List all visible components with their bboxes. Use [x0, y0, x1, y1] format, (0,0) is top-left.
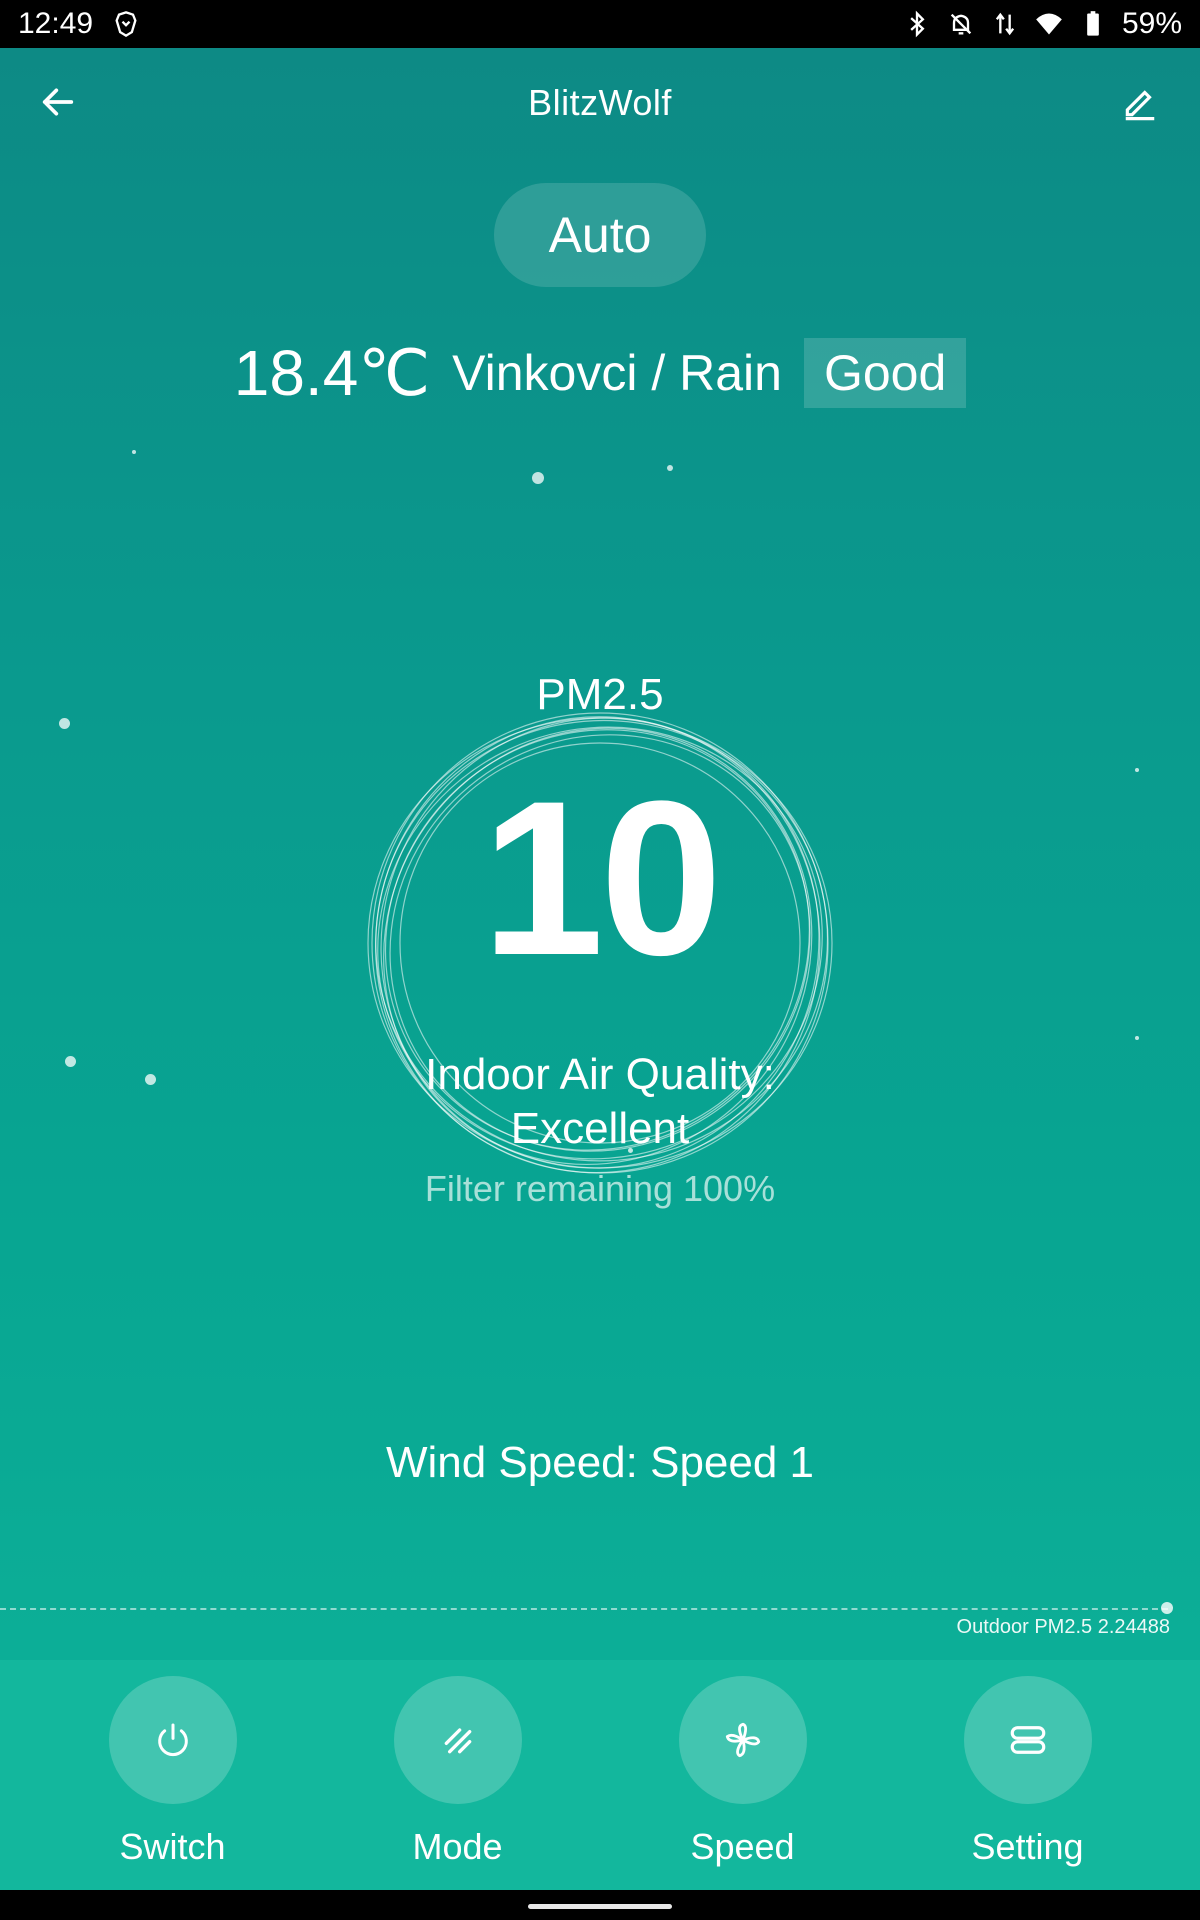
status-bar: 12:49 59% [0, 0, 1200, 48]
outdoor-trend-point [1161, 1602, 1173, 1614]
control-bar: Switch Mode Speed Setting [0, 1660, 1200, 1890]
switch-label: Switch [119, 1826, 226, 1867]
data-arrows-icon [990, 9, 1020, 39]
switch-button-circle[interactable] [108, 1676, 237, 1804]
app-header: BlitzWolf [0, 48, 1200, 158]
particle-dot [132, 450, 136, 454]
bluetooth-icon [902, 9, 932, 39]
particle-dot [532, 472, 544, 484]
speed-label: Speed [690, 1826, 795, 1867]
brave-lion-icon [111, 9, 141, 39]
power-icon [157, 1723, 188, 1757]
indoor-air-quality-value: Excellent [510, 1104, 690, 1153]
mode-indicator[interactable]: Auto [494, 183, 706, 287]
filter-remaining: Filter remaining 100% [424, 1168, 776, 1209]
fan-icon [725, 1722, 760, 1758]
outdoor-weather: 18.4℃ Vinkovci / Rain Good [0, 328, 1200, 418]
outdoor-temperature: 18.4℃ [233, 336, 431, 409]
status-time: 12:49 [18, 7, 94, 40]
mode-label: Mode [412, 1826, 503, 1867]
mode-slashes-icon [444, 1728, 471, 1754]
wifi-icon [1034, 9, 1064, 39]
mode-button-circle[interactable] [393, 1676, 522, 1804]
back-button[interactable] [34, 78, 82, 126]
pencil-icon [1125, 90, 1155, 121]
battery-percent: 59% [1121, 7, 1182, 40]
setting-button-circle[interactable] [963, 1676, 1092, 1804]
settings-stack-icon [1010, 1726, 1045, 1754]
outdoor-quality-badge: Good [803, 338, 967, 408]
battery-icon [1078, 9, 1108, 39]
indoor-air-quality: Indoor Air Quality: Excellent [0, 1048, 1200, 1156]
weather-location: Vinkovci / Rain [452, 345, 782, 401]
bell-off-icon [946, 9, 976, 39]
mode-button[interactable]: Mode [358, 1660, 558, 1868]
wind-speed: Wind Speed: Speed 1 [385, 1438, 815, 1487]
gesture-handle[interactable] [528, 1904, 672, 1909]
pm-value: 10 [481, 755, 723, 1001]
outdoor-trend-line [0, 1608, 1168, 1610]
edit-button[interactable] [1116, 78, 1164, 126]
app-screen: BlitzWolf Auto 18.4℃ Vinkovci / Rain Goo… [0, 48, 1200, 1890]
back-arrow-icon [42, 88, 74, 116]
outdoor-pm-label: Outdoor PM2.5 2.24488 [956, 1616, 1170, 1638]
indoor-air-quality-label: Indoor Air Quality: [425, 1050, 775, 1099]
setting-label: Setting [971, 1826, 1084, 1867]
particle-dot [1135, 1036, 1139, 1040]
particle-dot [667, 465, 673, 471]
speed-button[interactable]: Speed [643, 1660, 843, 1868]
setting-button[interactable]: Setting [928, 1660, 1128, 1868]
speed-button-circle[interactable] [678, 1676, 807, 1804]
page-title: BlitzWolf [528, 82, 672, 123]
switch-button[interactable]: Switch [73, 1660, 273, 1868]
